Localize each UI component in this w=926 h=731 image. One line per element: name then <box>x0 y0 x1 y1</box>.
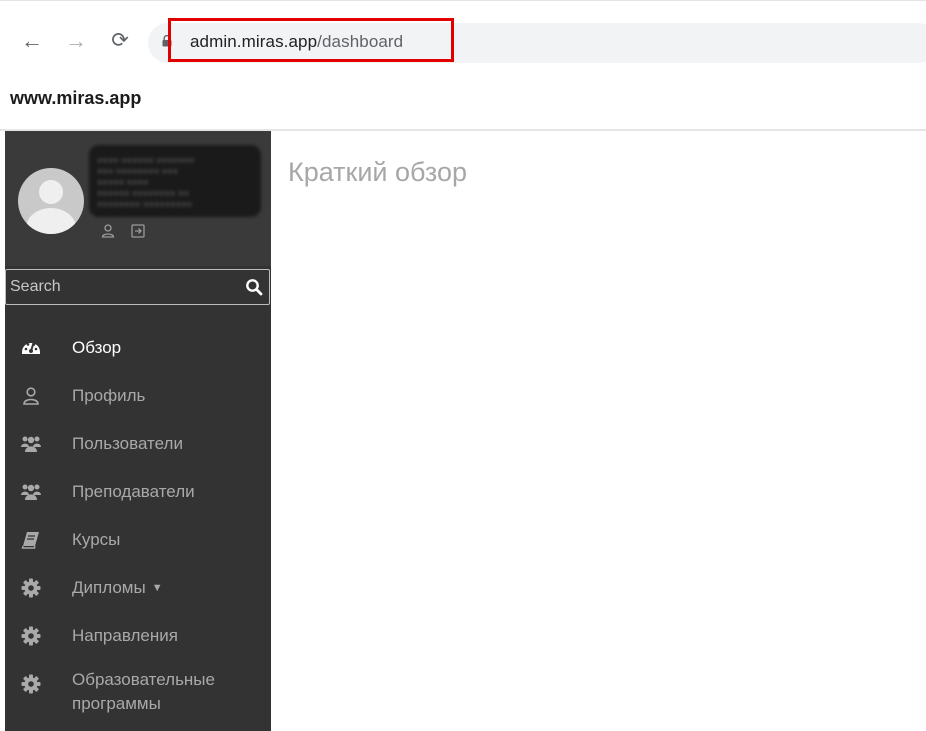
back-button[interactable]: ← <box>20 29 44 53</box>
users-icon <box>21 436 41 452</box>
sidebar-menu: Обзор Профиль Пользователи Преподаватели… <box>5 323 271 729</box>
diplomas-label-text: Дипломы <box>72 578 146 597</box>
user-icon[interactable] <box>100 223 116 239</box>
sidebar-item-label: Образовательные программы <box>72 670 215 713</box>
sidebar-item-label: Обзор <box>72 338 122 357</box>
sidebar-item-directions[interactable]: Направления <box>5 611 271 659</box>
user-panel: ■■■■ ■■■■■■ ■■■■■■■ ■■■ ■■■■■■■■ ■■■ ■■■■■… <box>5 131 271 266</box>
sidebar-item-label: Пользователи <box>72 434 183 453</box>
sidebar-search <box>5 269 270 305</box>
sidebar-item-label: Курсы <box>72 530 121 549</box>
sidebar-item-programs[interactable]: Образовательные программы <box>5 659 271 729</box>
logout-icon[interactable] <box>130 223 146 239</box>
chevron-down-icon: ▼ <box>151 582 163 594</box>
dashboard-gauge-icon <box>22 342 40 354</box>
browser-toolbar: ← → ⟳ admin.miras.app/dashboard <box>0 0 926 71</box>
gear-icon <box>21 674 41 694</box>
redacted-user-name: ■■■■ ■■■■■■ ■■■■■■■ ■■■ ■■■■■■■■ ■■■ ■■■■■… <box>89 145 261 217</box>
sidebar-item-profile[interactable]: Профиль <box>5 371 271 419</box>
search-icon[interactable] <box>245 278 263 296</box>
gear-icon <box>21 578 41 598</box>
user-quick-actions <box>100 223 160 241</box>
gear-icon <box>21 626 41 646</box>
sidebar-item-label: Направления <box>72 626 178 645</box>
users-icon <box>21 484 41 500</box>
forward-button[interactable]: → <box>64 29 88 53</box>
sidebar-item-label: Дипломы ▼ <box>72 578 163 598</box>
sidebar-item-diplomas[interactable]: Дипломы ▼ <box>5 563 271 611</box>
site-header: www.miras.app <box>0 67 926 131</box>
page-title: Краткий обзор <box>288 157 468 187</box>
search-input[interactable] <box>6 270 240 304</box>
avatar[interactable] <box>18 168 84 234</box>
book-icon <box>21 532 39 549</box>
sidebar: ■■■■ ■■■■■■ ■■■■■■■ ■■■ ■■■■■■■■ ■■■ ■■■■■… <box>5 131 271 731</box>
main-content: Краткий обзор <box>271 131 926 731</box>
user-icon <box>23 387 39 405</box>
sidebar-item-courses[interactable]: Курсы <box>5 515 271 563</box>
reload-button[interactable]: ⟳ <box>108 29 132 53</box>
sidebar-item-teachers[interactable]: Преподаватели <box>5 467 271 515</box>
site-brand[interactable]: www.miras.app <box>10 88 141 109</box>
sidebar-item-overview[interactable]: Обзор <box>5 323 271 371</box>
url-highlight-box <box>168 18 454 62</box>
sidebar-item-label: Преподаватели <box>72 482 195 501</box>
sidebar-item-label: Профиль <box>72 386 146 405</box>
sidebar-item-users[interactable]: Пользователи <box>5 419 271 467</box>
